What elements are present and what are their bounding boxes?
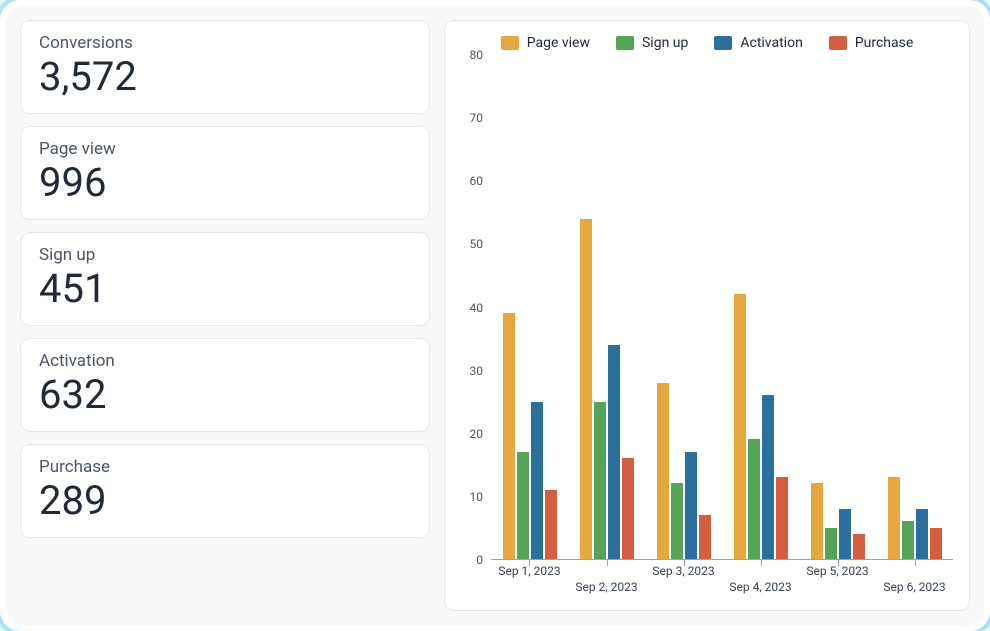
metric-value: 996 bbox=[39, 161, 411, 205]
x-tick-label: Sep 5, 2023 bbox=[806, 564, 868, 578]
legend-label: Purchase bbox=[855, 35, 913, 51]
legend-label: Activation bbox=[740, 35, 802, 51]
y-axis: 01020304050607080 bbox=[457, 55, 487, 560]
metric-value: 289 bbox=[39, 479, 411, 523]
metric-card-activation: Activation 632 bbox=[20, 338, 430, 432]
y-tick: 50 bbox=[457, 237, 483, 251]
bar-group bbox=[580, 55, 634, 559]
y-tick: 80 bbox=[457, 48, 483, 62]
legend-item-activation: Activation bbox=[714, 35, 802, 51]
bar-group bbox=[888, 55, 942, 559]
y-tick: 0 bbox=[457, 553, 483, 567]
metric-card-sign-up: Sign up 451 bbox=[20, 232, 430, 326]
legend-swatch bbox=[829, 36, 847, 50]
metric-label: Page view bbox=[39, 139, 411, 159]
bar-activation bbox=[685, 452, 697, 559]
metric-label: Conversions bbox=[39, 33, 411, 53]
legend-label: Page view bbox=[527, 35, 590, 51]
metrics-column: Conversions 3,572 Page view 996 Sign up … bbox=[20, 20, 430, 611]
y-tick: 60 bbox=[457, 174, 483, 188]
bar-activation bbox=[531, 402, 543, 560]
legend-label: Sign up bbox=[642, 35, 688, 51]
metric-card-purchase: Purchase 289 bbox=[20, 444, 430, 538]
x-tick-label: Sep 4, 2023 bbox=[729, 580, 791, 594]
legend-swatch bbox=[501, 36, 519, 50]
bar-sign-up bbox=[825, 528, 837, 560]
y-tick: 30 bbox=[457, 364, 483, 378]
bar-group bbox=[503, 55, 557, 559]
bar-purchase bbox=[776, 477, 788, 559]
metric-value: 632 bbox=[39, 373, 411, 417]
metric-value: 451 bbox=[39, 267, 411, 311]
bar-activation bbox=[608, 345, 620, 559]
bar-activation bbox=[916, 509, 928, 559]
metric-label: Activation bbox=[39, 351, 411, 371]
legend-swatch bbox=[714, 36, 732, 50]
legend-swatch bbox=[616, 36, 634, 50]
bar-page-view bbox=[811, 483, 823, 559]
x-tick-mark bbox=[915, 560, 916, 566]
dashboard-panel: Conversions 3,572 Page view 996 Sign up … bbox=[6, 6, 984, 625]
chart-legend: Page view Sign up Activation Purchase bbox=[457, 35, 957, 51]
bar-activation bbox=[839, 509, 851, 559]
bar-page-view bbox=[734, 294, 746, 559]
metric-label: Purchase bbox=[39, 457, 411, 477]
x-tick-mark bbox=[607, 560, 608, 566]
x-tick-label: Sep 6, 2023 bbox=[883, 580, 945, 594]
x-tick-label: Sep 2, 2023 bbox=[575, 580, 637, 594]
x-tick-mark bbox=[761, 560, 762, 566]
metric-card-conversions: Conversions 3,572 bbox=[20, 20, 430, 114]
x-tick-label: Sep 1, 2023 bbox=[498, 564, 560, 578]
legend-item-sign-up: Sign up bbox=[616, 35, 688, 51]
bar-page-view bbox=[580, 219, 592, 559]
metric-value: 3,572 bbox=[39, 55, 411, 99]
legend-item-purchase: Purchase bbox=[829, 35, 913, 51]
bar-page-view bbox=[888, 477, 900, 559]
bar-sign-up bbox=[517, 452, 529, 559]
bar-page-view bbox=[503, 313, 515, 559]
x-tick-label: Sep 3, 2023 bbox=[652, 564, 714, 578]
bar-purchase bbox=[930, 528, 942, 560]
bar-sign-up bbox=[902, 521, 914, 559]
bar-sign-up bbox=[594, 402, 606, 560]
bar-purchase bbox=[853, 534, 865, 559]
bar-sign-up bbox=[748, 439, 760, 559]
bar-group bbox=[657, 55, 711, 559]
metric-label: Sign up bbox=[39, 245, 411, 265]
chart-area: 01020304050607080 Sep 1, 2023Sep 2, 2023… bbox=[457, 55, 957, 600]
bar-purchase bbox=[699, 515, 711, 559]
y-tick: 40 bbox=[457, 301, 483, 315]
bar-group bbox=[811, 55, 865, 559]
metric-card-page-view: Page view 996 bbox=[20, 126, 430, 220]
bar-activation bbox=[762, 395, 774, 559]
chart-card: Page view Sign up Activation Purchase 0 1… bbox=[444, 20, 970, 611]
y-tick: 20 bbox=[457, 427, 483, 441]
bar-purchase bbox=[545, 490, 557, 559]
y-tick: 10 bbox=[457, 490, 483, 504]
bar-group bbox=[734, 55, 788, 559]
x-axis: Sep 1, 2023 Sep 2, 2023 Sep 3, 2023 Sep 4, … bbox=[491, 560, 953, 600]
bar-sign-up bbox=[671, 483, 683, 559]
y-tick: 70 bbox=[457, 111, 483, 125]
bar-purchase bbox=[622, 458, 634, 559]
legend-item-page-view: Page view bbox=[501, 35, 590, 51]
plot-area bbox=[491, 55, 953, 560]
bar-page-view bbox=[657, 383, 669, 559]
